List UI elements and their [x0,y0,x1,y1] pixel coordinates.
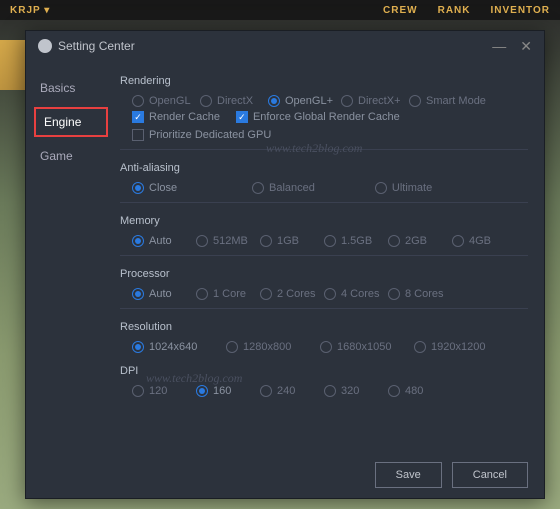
nav-rank[interactable]: RANK [438,5,471,16]
radio-dpi-120[interactable]: 120 [132,385,188,397]
radio-cpu-8[interactable]: 8 Cores [388,288,444,300]
radio-aa-balanced[interactable]: Balanced [252,182,315,194]
radio-cpu-1[interactable]: 1 Core [196,288,252,300]
sidebar-item-basics[interactable]: Basics [26,71,116,105]
window-title: Setting Center [58,39,135,53]
cancel-button[interactable]: Cancel [452,462,528,488]
radio-res-1680[interactable]: 1680x1050 [320,341,406,353]
divider [120,255,528,256]
minimize-button[interactable]: — [492,38,506,55]
radio-directx-plus[interactable]: DirectX+ [341,95,401,107]
resolution-label: Resolution [120,321,528,333]
radio-res-1280[interactable]: 1280x800 [226,341,312,353]
radio-res-1920[interactable]: 1920x1200 [414,341,500,353]
settings-window: Setting Center — ✕ Basics Engine Game Re… [25,30,545,499]
radio-smart-mode[interactable]: Smart Mode [409,95,486,107]
radio-dpi-320[interactable]: 320 [324,385,380,397]
radio-dpi-480[interactable]: 480 [388,385,444,397]
radio-aa-ultimate[interactable]: Ultimate [375,182,435,194]
sidebar: Basics Engine Game [26,61,116,452]
close-button[interactable]: ✕ [520,38,532,55]
processor-label: Processor [120,268,528,280]
divider [120,308,528,309]
radio-aa-close[interactable]: Close [132,182,192,194]
server-selector[interactable]: KRJP ▾ [10,5,50,16]
radio-dpi-240[interactable]: 240 [260,385,316,397]
button-row: Save Cancel [26,452,544,498]
radio-opengl[interactable]: OpenGL [132,95,192,107]
checkbox-prioritize-gpu[interactable]: Prioritize Dedicated GPU [132,129,271,141]
radio-mem-512[interactable]: 512MB [196,235,252,247]
divider [120,202,528,203]
rendering-label: Rendering [120,75,528,87]
settings-content: Rendering OpenGL DirectX OpenGL+ DirectX… [116,61,544,452]
radio-cpu-2[interactable]: 2 Cores [260,288,316,300]
nav-inventory[interactable]: INVENTOR [491,5,551,16]
app-icon [38,39,52,53]
sidebar-item-engine[interactable]: Engine [34,107,108,137]
game-top-bar: KRJP ▾ CREW RANK INVENTOR [0,0,560,20]
dpi-label: DPI [120,365,528,377]
memory-label: Memory [120,215,528,227]
radio-mem-4gb[interactable]: 4GB [452,235,508,247]
sidebar-item-game[interactable]: Game [26,139,116,173]
radio-mem-15gb[interactable]: 1.5GB [324,235,380,247]
radio-mem-auto[interactable]: Auto [132,235,188,247]
title-bar: Setting Center — ✕ [26,31,544,61]
radio-cpu-auto[interactable]: Auto [132,288,188,300]
radio-opengl-plus[interactable]: OpenGL+ [268,95,333,107]
save-button[interactable]: Save [375,462,442,488]
radio-dpi-160[interactable]: 160 [196,385,252,397]
radio-res-1024[interactable]: 1024x640 [132,341,218,353]
checkbox-render-cache[interactable]: ✓Render Cache [132,111,220,123]
radio-directx[interactable]: DirectX [200,95,260,107]
antialiasing-label: Anti-aliasing [120,162,528,174]
radio-cpu-4[interactable]: 4 Cores [324,288,380,300]
radio-mem-2gb[interactable]: 2GB [388,235,444,247]
nav-crew[interactable]: CREW [383,5,418,16]
checkbox-enforce-cache[interactable]: ✓Enforce Global Render Cache [236,111,400,123]
divider [120,149,528,150]
radio-mem-1gb[interactable]: 1GB [260,235,316,247]
